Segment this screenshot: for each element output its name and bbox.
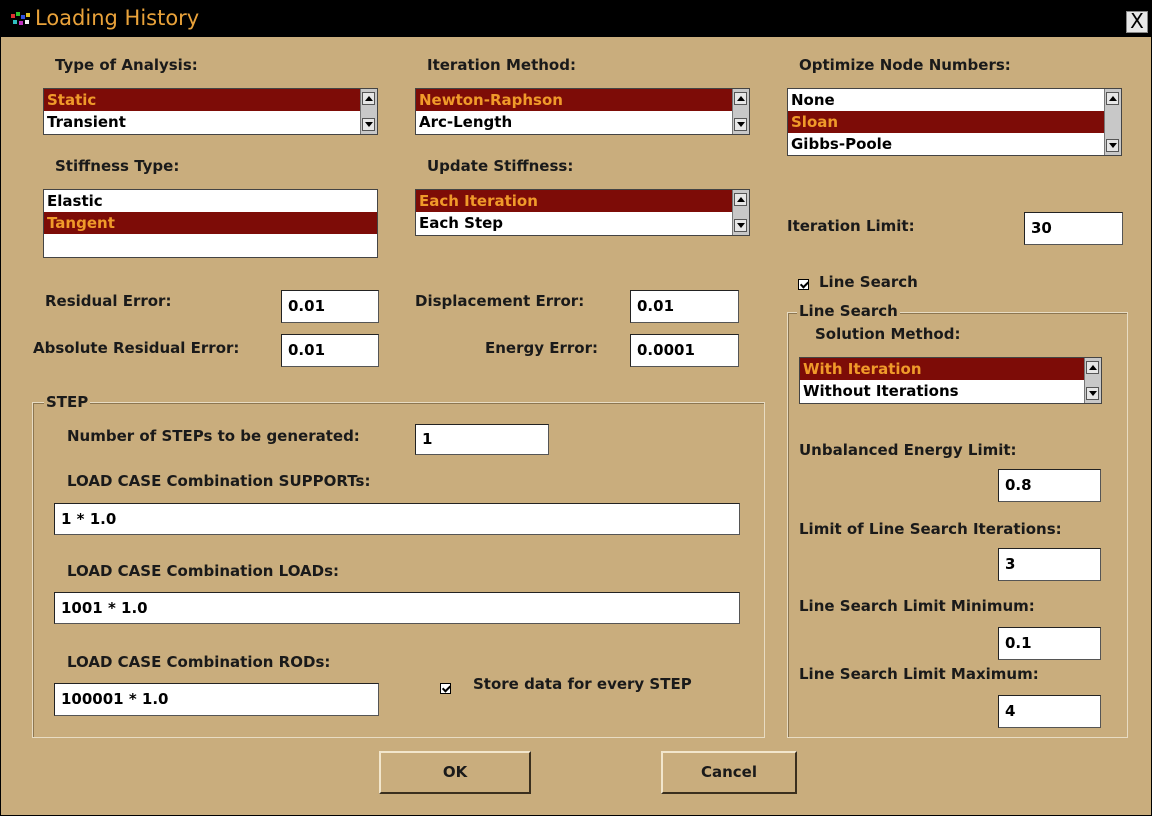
- scroll-up-icon[interactable]: [1106, 92, 1119, 105]
- residual-error-label: Residual Error:: [45, 292, 172, 310]
- list-item[interactable]: Each Step: [416, 212, 732, 234]
- absolute-residual-error-label: Absolute Residual Error:: [33, 339, 240, 357]
- scroll-down-icon[interactable]: [1086, 387, 1099, 400]
- limit-maximum-label: Line Search Limit Maximum:: [799, 665, 1039, 683]
- update-stiffness-list[interactable]: Each Iteration Each Step: [415, 189, 750, 236]
- cancel-button[interactable]: Cancel: [661, 751, 797, 794]
- line-search-legend: Line Search: [797, 302, 900, 320]
- store-data-label: Store data for every STEP: [473, 675, 692, 693]
- scroll-up-icon[interactable]: [734, 193, 747, 206]
- analysis-type-list[interactable]: Static Transient: [43, 88, 378, 135]
- analysis-type-scrollbar[interactable]: [360, 89, 377, 134]
- limit-minimum-label: Line Search Limit Minimum:: [799, 597, 1035, 615]
- residual-error-input[interactable]: 0.01: [281, 290, 379, 323]
- list-item[interactable]: With Iteration: [800, 358, 1084, 380]
- line-search-toggle-label: Line Search: [819, 273, 918, 291]
- ok-button[interactable]: OK: [379, 751, 531, 794]
- analysis-type-label: Type of Analysis:: [55, 56, 198, 74]
- absolute-residual-error-input[interactable]: 0.01: [281, 334, 379, 367]
- optimize-nodes-list[interactable]: None Sloan Gibbs-Poole: [787, 88, 1122, 156]
- list-item[interactable]: Transient: [44, 111, 360, 133]
- num-steps-input[interactable]: 1: [415, 424, 549, 455]
- energy-error-input[interactable]: 0.0001: [630, 334, 739, 367]
- list-item[interactable]: Elastic: [44, 190, 377, 212]
- displacement-error-label: Displacement Error:: [415, 292, 585, 310]
- scroll-up-icon[interactable]: [734, 92, 747, 105]
- limit-maximum-input[interactable]: 4: [998, 695, 1101, 728]
- store-data-checkbox[interactable]: [440, 683, 451, 694]
- line-search-checkbox[interactable]: [798, 279, 809, 290]
- scroll-up-icon[interactable]: [1086, 361, 1099, 374]
- unbalanced-energy-input[interactable]: 0.8: [998, 469, 1101, 502]
- stiffness-type-list[interactable]: Elastic Tangent: [43, 189, 378, 258]
- list-item[interactable]: Arc-Length: [416, 111, 732, 133]
- displacement-error-input[interactable]: 0.01: [630, 290, 739, 323]
- app-icon: [11, 12, 30, 25]
- stiffness-type-label: Stiffness Type:: [55, 157, 180, 175]
- update-stiffness-label: Update Stiffness:: [427, 157, 574, 175]
- iteration-method-label: Iteration Method:: [427, 56, 576, 74]
- num-steps-label: Number of STEPs to be generated:: [67, 427, 360, 445]
- solution-method-scrollbar[interactable]: [1084, 358, 1101, 403]
- optimize-nodes-label: Optimize Node Numbers:: [799, 56, 1011, 74]
- solution-method-label: Solution Method:: [815, 325, 961, 343]
- list-item[interactable]: Gibbs-Poole: [788, 133, 1104, 155]
- window-title: Loading History: [35, 6, 200, 30]
- scroll-down-icon[interactable]: [734, 118, 747, 131]
- close-button[interactable]: X: [1126, 11, 1148, 33]
- limit-iterations-input[interactable]: 3: [998, 548, 1101, 581]
- energy-error-label: Energy Error:: [485, 339, 598, 357]
- optimize-nodes-scrollbar[interactable]: [1104, 89, 1121, 155]
- title-bar[interactable]: Loading History X: [1, 1, 1151, 37]
- solution-method-list[interactable]: With Iteration Without Iterations: [799, 357, 1102, 404]
- loads-input[interactable]: 1001 * 1.0: [54, 592, 740, 624]
- scroll-up-icon[interactable]: [362, 92, 375, 105]
- list-item[interactable]: Each Iteration: [416, 190, 732, 212]
- iteration-limit-input[interactable]: 30: [1024, 212, 1123, 245]
- scroll-down-icon[interactable]: [734, 219, 747, 232]
- limit-iterations-label: Limit of Line Search Iterations:: [799, 520, 1062, 538]
- list-item[interactable]: Newton-Raphson: [416, 89, 732, 111]
- list-item[interactable]: Without Iterations: [800, 380, 1084, 402]
- iteration-method-list[interactable]: Newton-Raphson Arc-Length: [415, 88, 750, 135]
- scroll-down-icon[interactable]: [1106, 139, 1119, 152]
- list-item[interactable]: None: [788, 89, 1104, 111]
- supports-input[interactable]: 1 * 1.0: [54, 503, 740, 535]
- update-stiffness-scrollbar[interactable]: [732, 190, 749, 235]
- step-legend: STEP: [44, 393, 91, 411]
- list-item[interactable]: Tangent: [44, 212, 377, 234]
- supports-label: LOAD CASE Combination SUPPORTs:: [67, 472, 371, 490]
- loading-history-dialog: Loading History X Type of Analysis: Stat…: [0, 0, 1152, 816]
- list-item[interactable]: Sloan: [788, 111, 1104, 133]
- list-item[interactable]: Static: [44, 89, 360, 111]
- limit-minimum-input[interactable]: 0.1: [998, 627, 1101, 660]
- unbalanced-energy-label: Unbalanced Energy Limit:: [799, 441, 1017, 459]
- scroll-down-icon[interactable]: [362, 118, 375, 131]
- iteration-limit-label: Iteration Limit:: [787, 217, 915, 235]
- rods-input[interactable]: 100001 * 1.0: [54, 683, 379, 716]
- rods-label: LOAD CASE Combination RODs:: [67, 653, 331, 671]
- loads-label: LOAD CASE Combination LOADs:: [67, 562, 340, 580]
- iteration-method-scrollbar[interactable]: [732, 89, 749, 134]
